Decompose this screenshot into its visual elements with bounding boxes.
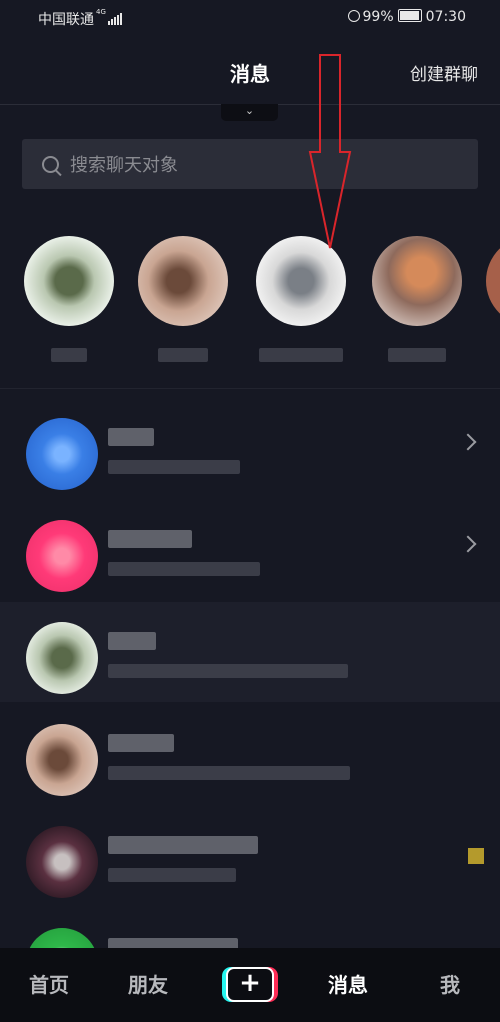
recent-contact[interactable] [486, 236, 500, 366]
contact-name [108, 734, 174, 752]
create-post-button[interactable]: + [222, 967, 278, 1002]
contact-name [108, 428, 154, 446]
contact-name [108, 530, 192, 548]
search-bar[interactable] [22, 139, 478, 191]
avatar [26, 724, 98, 796]
tab-friends[interactable]: 朋友 [128, 948, 168, 1022]
search-icon [42, 156, 59, 173]
avatar [372, 236, 462, 326]
chevron-down-icon: ⌄ [244, 104, 255, 117]
status-bar: 中国联通 4G 99% 07:30 [0, 0, 500, 36]
clock: 07:30 [425, 9, 466, 25]
tab-home[interactable]: 首页 [29, 948, 69, 1022]
avatar [256, 236, 346, 326]
avatar [486, 236, 500, 326]
contact-name [158, 348, 208, 362]
recent-contact[interactable] [256, 236, 346, 366]
conversation-row[interactable] [0, 500, 500, 600]
chevron-right-icon [459, 433, 477, 451]
signal-icon [107, 13, 123, 29]
carrier-label: 中国联通 [38, 12, 94, 28]
avatar [26, 418, 98, 490]
create-group-button[interactable]: 创建群聊 [410, 60, 478, 85]
search-input[interactable] [68, 139, 452, 191]
recent-contact[interactable] [372, 236, 462, 366]
section-divider [0, 388, 500, 389]
contact-name [388, 348, 446, 362]
network-label: 4G [96, 8, 106, 16]
message-preview [108, 664, 348, 678]
chevron-right-icon [459, 535, 477, 553]
alarm-icon [347, 10, 360, 22]
contact-name [259, 348, 343, 362]
tab-messages[interactable]: 消息 [328, 948, 368, 1022]
plus-icon: + [226, 967, 274, 1002]
unread-badge [468, 848, 484, 864]
tab-me[interactable]: 我 [440, 948, 460, 1022]
avatar [26, 826, 98, 898]
contact-name [108, 836, 258, 854]
message-preview [108, 766, 350, 780]
avatar [138, 236, 228, 326]
conversation-row[interactable] [0, 806, 500, 906]
message-preview [108, 562, 260, 576]
recent-contacts-row [0, 228, 500, 378]
avatar [26, 622, 98, 694]
message-preview [108, 460, 240, 474]
battery-icon [397, 9, 422, 22]
bottom-tab-bar: 首页 朋友 + 消息 我 [0, 948, 500, 1022]
contact-name [51, 348, 87, 362]
conversation-row[interactable] [0, 704, 500, 804]
avatar [26, 520, 98, 592]
battery-percent: 99% [362, 9, 394, 25]
top-header: 消息 创建群聊 [0, 36, 500, 105]
conversation-row[interactable] [0, 398, 500, 498]
recent-contact[interactable] [24, 236, 114, 366]
message-preview [108, 868, 236, 882]
recent-contact[interactable] [138, 236, 228, 366]
contact-name [108, 632, 156, 650]
pulldown-handle[interactable]: ⌄ [221, 104, 278, 121]
conversation-row[interactable] [0, 602, 500, 702]
avatar [24, 236, 114, 326]
